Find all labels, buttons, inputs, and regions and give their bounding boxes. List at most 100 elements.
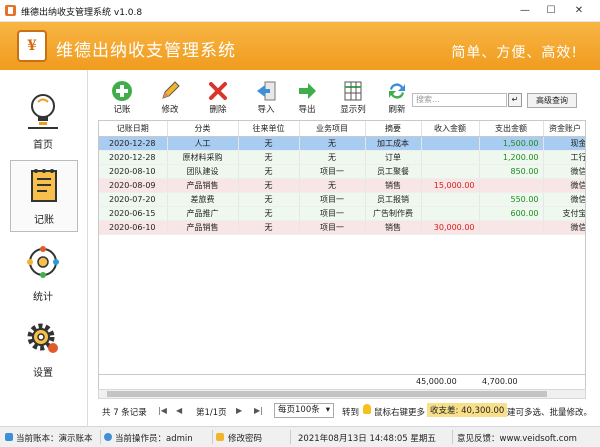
add-entry-button[interactable]: 记账 xyxy=(104,80,140,120)
minimize-icon[interactable]: — xyxy=(514,3,536,19)
nav-label-ledger: 记账 xyxy=(34,215,54,226)
table-cell-partner: 无 xyxy=(238,164,300,179)
page-info: 第1/1页 xyxy=(196,408,227,418)
scrollbar-thumb[interactable] xyxy=(107,391,547,397)
import-icon xyxy=(257,81,276,101)
table-row[interactable]: 2020-06-15 产品推广无项目一 广告制作费 600.00 支付宝 xyxy=(99,206,585,221)
page-size-select[interactable]: 每页100条 ▾ xyxy=(274,403,334,418)
current-operator: 当前操作员：admin xyxy=(115,434,193,444)
totals-row: 45,000.00 4,700.00 xyxy=(98,374,586,389)
home-lightbulb-icon xyxy=(28,94,58,129)
app-icon xyxy=(5,5,16,16)
prev-page-icon[interactable]: ◀ xyxy=(176,406,182,415)
column-header[interactable]: 收入金额 xyxy=(421,121,480,137)
key-icon xyxy=(216,433,224,441)
delete-button[interactable]: 删除 xyxy=(200,80,236,120)
datetime: 2021年08月13日 14:48:05 星期五 xyxy=(298,434,436,444)
import-button[interactable]: 导入 xyxy=(248,80,284,120)
table-cell-partner: 无 xyxy=(238,206,300,221)
column-header[interactable]: 支出金额 xyxy=(479,121,544,137)
ledger-table[interactable]: 记账日期 分类 往来单位 业务项目 摘要 收入金额 支出金额 资金账户 2020… xyxy=(98,120,586,390)
balance-badge: 收支差: 40,300.00 xyxy=(427,403,508,417)
edit-button[interactable]: 修改 xyxy=(152,80,188,120)
search-input[interactable]: 搜索... xyxy=(412,93,507,107)
table-cell-partner: 无 xyxy=(238,178,300,193)
table-row[interactable]: 2020-06-10 产品销售无项目一 销售 30,000.00 微信 xyxy=(99,220,585,235)
nav-item-ledger[interactable]: 记账 xyxy=(10,160,78,232)
table-cell-account: 工行 xyxy=(543,150,585,165)
nav-item-home[interactable]: 首页 xyxy=(10,86,78,158)
total-income: 45,000.00 xyxy=(416,377,457,386)
nav-item-settings[interactable]: 设置 xyxy=(10,314,78,386)
maximize-icon[interactable]: ☐ xyxy=(540,3,562,19)
delete-icon xyxy=(209,82,227,100)
column-header[interactable]: 往来单位 xyxy=(238,121,300,137)
ledger-icon xyxy=(31,169,57,202)
app-banner: ¥ 维德出纳收支管理系统 简单、方便、高效! xyxy=(0,22,600,70)
record-count: 共 7 条记录 xyxy=(102,408,147,418)
table-cell-date: 2020-12-28 xyxy=(99,150,168,165)
export-icon xyxy=(299,83,316,99)
table-cell-expense xyxy=(479,220,544,235)
table-cell-income xyxy=(421,136,480,151)
edit-icon xyxy=(162,81,180,99)
table-cell-expense: 550.00 xyxy=(479,192,544,207)
table-row[interactable]: 2020-08-10 团队建设无项目一 员工聚餐 850.00 微信 xyxy=(99,164,585,179)
tip-text: 鼠标右键更多 xyxy=(374,408,426,418)
refresh-button[interactable]: 刷新 xyxy=(379,80,415,120)
refresh-icon xyxy=(389,83,405,99)
table-cell-account: 支付宝 xyxy=(543,206,585,221)
table-cell-expense: 850.00 xyxy=(479,164,544,179)
column-header[interactable]: 记账日期 xyxy=(99,121,168,137)
next-page-icon[interactable]: ▶ xyxy=(236,406,242,415)
toolbar: 记账 修改 删除 导入 导出 显示列 刷新 搜索... ↵ 高级查询 xyxy=(95,74,600,120)
table-cell-partner: 无 xyxy=(238,136,300,151)
export-button[interactable]: 导出 xyxy=(289,80,325,120)
app-name: 维德出纳收支管理系统 xyxy=(56,41,236,61)
horizontal-scrollbar[interactable] xyxy=(98,389,586,399)
table-cell-date: 2020-06-10 xyxy=(99,220,168,235)
current-account: 当前账本：演示账本 xyxy=(16,434,93,444)
table-row[interactable]: 2020-12-28 原材料采购无无订单 1,200.00 工行 xyxy=(99,150,585,165)
advanced-search-button[interactable]: 高级查询 xyxy=(527,93,577,108)
slogan: 简单、方便、高效! xyxy=(451,45,578,61)
table-cell-income xyxy=(421,192,480,207)
window-title: 维德出纳收支管理系统 v1.0.8 xyxy=(21,8,143,18)
table-cell-account: 微信 xyxy=(543,164,585,179)
table-cell-expense: 1,200.00 xyxy=(479,150,544,165)
change-password-link[interactable]: 修改密码 xyxy=(228,432,262,444)
table-cell-partner: 无 xyxy=(238,150,300,165)
status-bar: 当前账本：演示账本 当前操作员：admin 修改密码 2021年08月13日 1… xyxy=(0,426,600,447)
statistics-icon xyxy=(27,246,59,278)
search-go-button[interactable]: ↵ xyxy=(508,93,522,107)
table-cell-income xyxy=(421,164,480,179)
table-cell-income: 15,000.00 xyxy=(421,178,480,193)
nav-item-statistics[interactable]: 统计 xyxy=(10,238,78,310)
column-header[interactable]: 业务项目 xyxy=(299,121,366,137)
feedback-link[interactable]: 意见反馈：www.veidsoft.com xyxy=(457,432,577,444)
show-columns-button[interactable]: 显示列 xyxy=(335,80,371,120)
table-cell-category: 产品销售 xyxy=(167,220,239,235)
table-row[interactable]: 2020-07-20 差旅费无项目一 员工报销 550.00 微信 xyxy=(99,192,585,207)
column-header[interactable]: 资金账户 xyxy=(543,121,585,137)
column-header[interactable]: 分类 xyxy=(167,121,239,137)
first-page-icon[interactable]: |◀ xyxy=(158,406,167,415)
app-logo: ¥ xyxy=(17,30,47,62)
table-cell-summary: 员工报销 xyxy=(365,192,422,207)
table-cell-account: 微信 xyxy=(543,220,585,235)
table-cell-summary: 销售 xyxy=(365,220,422,235)
table-cell-project: 项目一 xyxy=(299,206,366,221)
table-row[interactable]: 2020-12-28 人工无无加工成本 1,500.00 现金 xyxy=(99,136,585,151)
column-header[interactable]: 摘要 xyxy=(365,121,422,137)
table-cell-account: 微信 xyxy=(543,192,585,207)
account-book-icon xyxy=(5,433,13,441)
table-cell-summary: 加工成本 xyxy=(365,136,422,151)
last-page-icon[interactable]: ▶| xyxy=(254,406,263,415)
table-cell-partner: 无 xyxy=(238,220,300,235)
goto-label: 转到 xyxy=(342,408,360,418)
tip-text-2: 建可多选、批量修改。 xyxy=(507,408,593,418)
table-row[interactable]: 2020-08-09 产品销售无无销售 15,000.00 微信 xyxy=(99,178,585,193)
pager: 共 7 条记录 |◀ ◀ 第1/1页 ▶ ▶| 每页100条 ▾ 转到 鼠标右键… xyxy=(98,400,600,422)
table-cell-date: 2020-12-28 xyxy=(99,136,168,151)
close-icon[interactable]: ✕ xyxy=(568,3,590,19)
